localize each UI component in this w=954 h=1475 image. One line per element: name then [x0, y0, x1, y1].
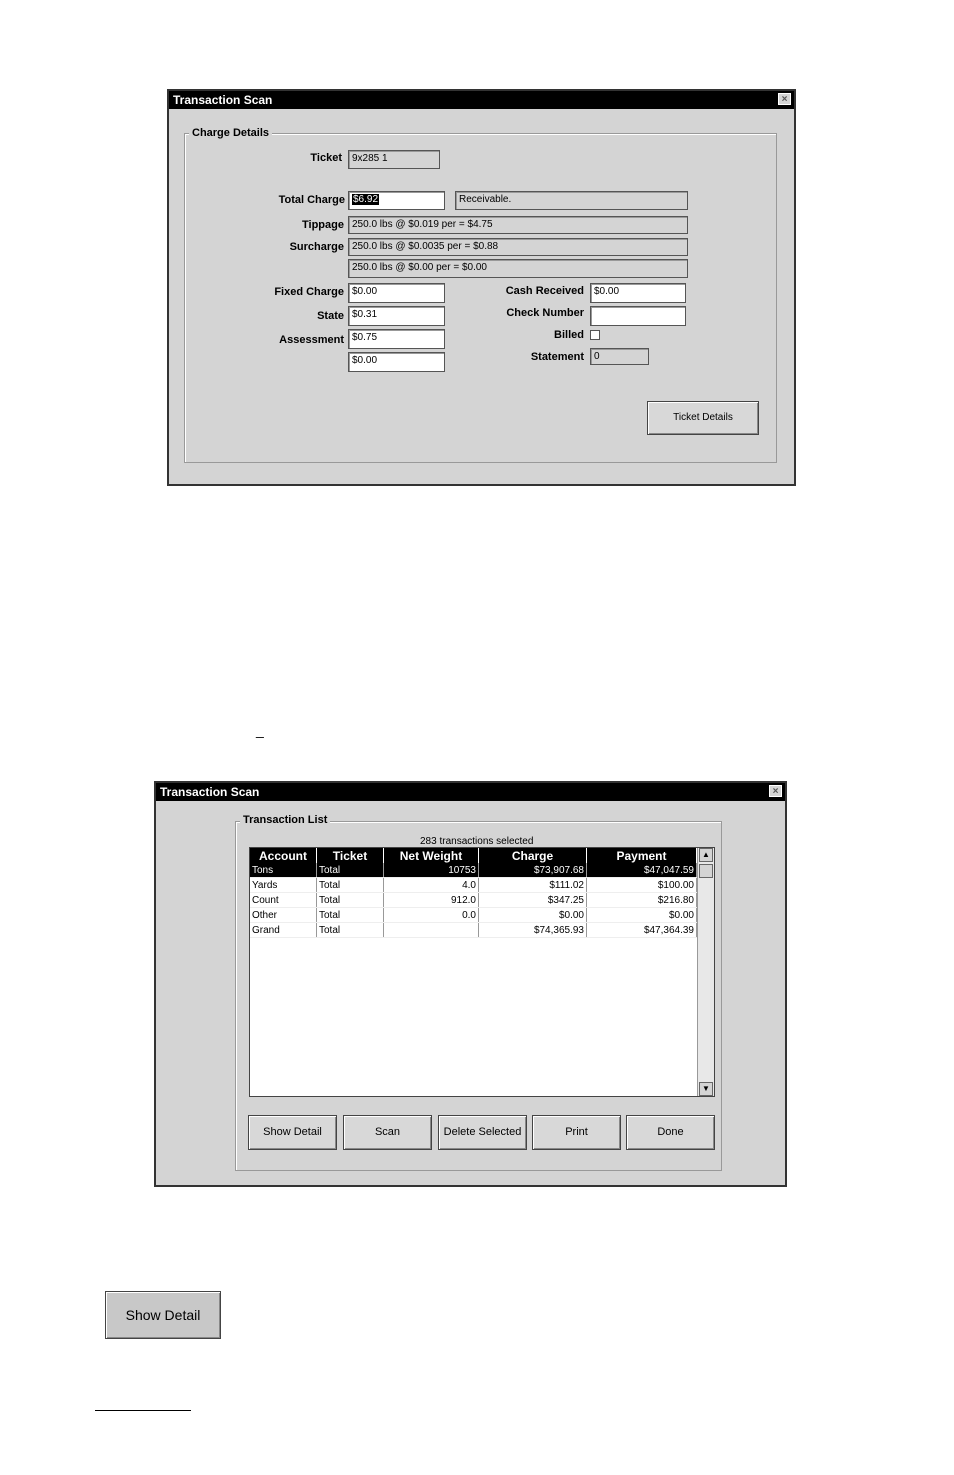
cell-account: Yards [250, 877, 317, 893]
fixed-charge-label: Fixed Charge [274, 286, 344, 298]
window-title: Transaction Scan [160, 785, 260, 799]
scroll-down-icon[interactable]: ▼ [699, 1082, 713, 1096]
transaction-count: 283 transactions selected [420, 836, 534, 847]
tippage-field: 250.0 lbs @ $0.019 per = $4.75 [348, 216, 688, 234]
state-label: State [317, 310, 344, 322]
statement-label: Statement [530, 351, 584, 363]
cell-ticket: Total [316, 907, 384, 923]
table-row[interactable]: Yards Total 4.0 $111.02 $100.00 [250, 877, 697, 893]
cell-charge: $73,907.68 [478, 863, 587, 878]
window-titlebar[interactable]: Transaction Scan × [169, 91, 794, 109]
cell-payment: $47,364.39 [586, 922, 697, 938]
print-button[interactable]: Print [532, 1115, 621, 1150]
footnote-rule [95, 1410, 191, 1411]
done-button[interactable]: Done [626, 1115, 715, 1150]
scroll-thumb[interactable] [699, 864, 713, 878]
cell-net-weight: 912.0 [383, 892, 479, 908]
cell-ticket: Total [316, 892, 384, 908]
cell-payment: $100.00 [586, 877, 697, 893]
surcharge-label: Surcharge [289, 241, 344, 253]
cell-ticket: Total [316, 863, 384, 878]
cell-net-weight: 0.0 [383, 907, 479, 923]
check-number-label: Check Number [506, 307, 584, 319]
cell-charge: $111.02 [478, 877, 587, 893]
tippage-label: Tippage [302, 219, 344, 231]
cell-payment: $47,047.59 [586, 863, 697, 878]
cell-payment: $0.00 [586, 907, 697, 923]
cell-charge: $74,365.93 [478, 922, 587, 938]
cell-account: Tons [250, 863, 317, 878]
cell-payment: $216.80 [586, 892, 697, 908]
table-row[interactable]: Tons Total 10753 $73,907.68 $47,047.59 [250, 863, 697, 878]
cell-net-weight: 4.0 [383, 877, 479, 893]
cell-account: Other [250, 907, 317, 923]
cursor-mark: _ [256, 722, 264, 738]
ticket-field: 9x285 1 [348, 150, 440, 169]
show-detail-button-standalone[interactable]: Show Detail [105, 1291, 221, 1339]
surcharge-field-2: 250.0 lbs @ $0.00 per = $0.00 [348, 259, 688, 278]
window-titlebar[interactable]: Transaction Scan × [156, 783, 785, 801]
vertical-scrollbar[interactable]: ▲ ▼ [697, 848, 714, 1096]
assessment-field[interactable]: $0.75 [348, 329, 445, 349]
table-row[interactable]: Count Total 912.0 $347.25 $216.80 [250, 892, 697, 908]
status-field: Receivable. [455, 191, 688, 210]
total-charge-value: $6.92 [352, 194, 380, 205]
cash-received-field[interactable]: $0.00 [590, 283, 686, 303]
cell-charge: $0.00 [478, 907, 587, 923]
extra-charge-field[interactable]: $0.00 [348, 352, 445, 372]
transaction-scan-window-bottom: Transaction Scan × Transaction List 283 … [154, 781, 787, 1187]
table-row[interactable]: Other Total 0.0 $0.00 $0.00 [250, 907, 697, 923]
cash-received-label: Cash Received [505, 285, 584, 297]
transaction-list[interactable]: Account Ticket Net Weight Charge Payment… [249, 847, 715, 1097]
charge-details-label: Charge Details [189, 127, 273, 139]
column-header[interactable]: Net Weight [383, 848, 479, 863]
close-icon[interactable]: × [778, 93, 791, 105]
scan-button[interactable]: Scan [343, 1115, 432, 1150]
cell-account: Count [250, 892, 317, 908]
transaction-list-label: Transaction List [240, 814, 331, 826]
total-charge-label: Total Charge [278, 194, 345, 206]
window-title: Transaction Scan [173, 93, 273, 107]
ticket-label: Ticket [310, 152, 342, 164]
statement-field: 0 [590, 348, 649, 365]
scroll-up-icon[interactable]: ▲ [699, 848, 713, 862]
table-header-row: Account Ticket Net Weight Charge Payment [250, 848, 697, 863]
transaction-scan-window-top: Transaction Scan × Charge Details Ticket… [167, 89, 796, 486]
column-header[interactable]: Account [250, 848, 317, 863]
cell-charge: $347.25 [478, 892, 587, 908]
column-header[interactable]: Ticket [316, 848, 384, 863]
fixed-charge-field[interactable]: $0.00 [348, 283, 445, 303]
cell-ticket: Total [316, 877, 384, 893]
billed-label: Billed [554, 329, 584, 341]
cell-ticket: Total [316, 922, 384, 938]
check-number-field[interactable] [590, 306, 686, 326]
column-header[interactable]: Payment [586, 848, 697, 863]
cell-net-weight: 10753 [383, 863, 479, 878]
table-row[interactable]: Grand Total $74,365.93 $47,364.39 [250, 922, 697, 938]
billed-checkbox[interactable] [590, 330, 600, 340]
ticket-details-button[interactable]: Ticket Details [647, 401, 759, 435]
state-field[interactable]: $0.31 [348, 306, 445, 326]
assessment-label: Assessment [279, 334, 344, 346]
column-header[interactable]: Charge [478, 848, 587, 863]
cell-account: Grand [250, 922, 317, 938]
delete-selected-button[interactable]: Delete Selected [438, 1115, 527, 1150]
surcharge-field-1: 250.0 lbs @ $0.0035 per = $0.88 [348, 238, 688, 256]
total-charge-field[interactable]: $6.92 [348, 191, 445, 210]
show-detail-button[interactable]: Show Detail [248, 1115, 337, 1150]
cell-net-weight [383, 922, 479, 938]
close-icon[interactable]: × [769, 785, 782, 797]
transaction-table: Account Ticket Net Weight Charge Payment… [250, 848, 697, 938]
